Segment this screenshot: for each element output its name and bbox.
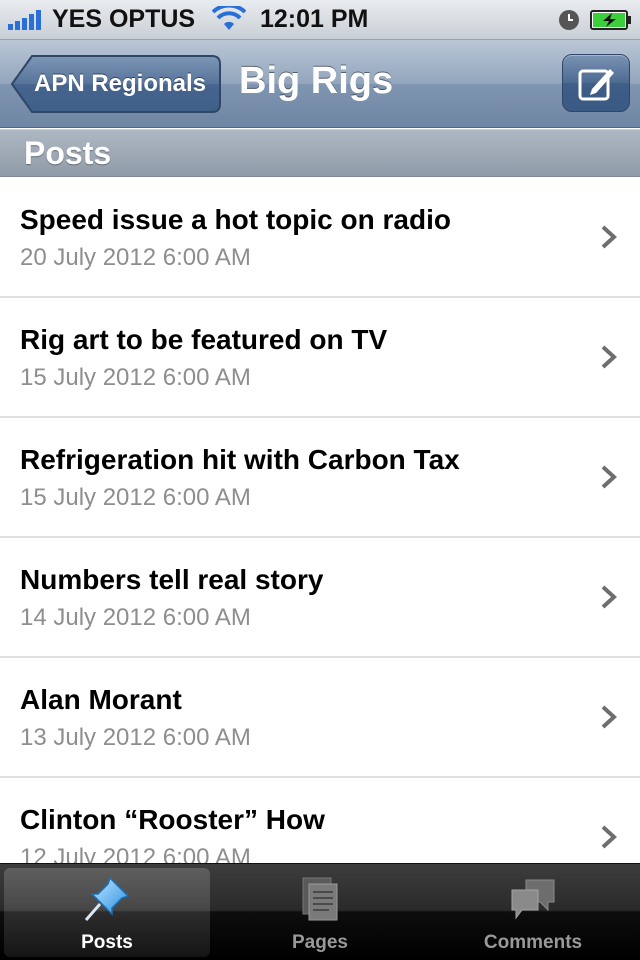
- list-item[interactable]: Speed issue a hot topic on radio 20 July…: [0, 178, 640, 298]
- pushpin-icon: [84, 876, 130, 921]
- tab-comments[interactable]: Comments: [430, 868, 636, 957]
- post-title: Refrigeration hit with Carbon Tax: [20, 444, 460, 475]
- compose-button[interactable]: [562, 54, 630, 112]
- alarm-clock-icon: [559, 10, 579, 30]
- tab-pages[interactable]: Pages: [217, 868, 423, 957]
- post-date: 12 July 2012 6:00 AM: [20, 844, 251, 863]
- chevron-right-icon: [601, 705, 617, 729]
- post-date: 15 July 2012 6:00 AM: [20, 484, 251, 511]
- list-item[interactable]: Refrigeration hit with Carbon Tax 15 Jul…: [0, 418, 640, 538]
- chevron-right-icon: [601, 345, 617, 369]
- battery-charging-icon: [590, 10, 631, 30]
- navigation-bar: APN Regionals Big Rigs: [0, 40, 640, 128]
- list-item[interactable]: Rig art to be featured on TV 15 July 201…: [0, 298, 640, 418]
- tab-bar: Posts Pages Comments: [0, 863, 640, 960]
- post-date: 20 July 2012 6:00 AM: [20, 244, 251, 271]
- post-list[interactable]: Speed issue a hot topic on radio 20 July…: [0, 178, 640, 863]
- back-button-label: APN Regionals: [34, 70, 207, 97]
- signal-strength-icon: [8, 10, 41, 30]
- post-title: Speed issue a hot topic on radio: [20, 204, 451, 235]
- chevron-right-icon: [601, 825, 617, 849]
- tab-label: Posts: [81, 932, 133, 953]
- chevron-right-icon: [601, 225, 617, 249]
- list-item[interactable]: Numbers tell real story 14 July 2012 6:0…: [0, 538, 640, 658]
- pages-icon: [302, 877, 338, 921]
- wifi-icon: [212, 6, 246, 30]
- post-date: 13 July 2012 6:00 AM: [20, 724, 251, 751]
- status-bar: YES OPTUS 12:01 PM: [0, 0, 640, 40]
- post-title: Rig art to be featured on TV: [20, 324, 388, 355]
- post-title: Alan Morant: [20, 684, 182, 715]
- compose-icon: [578, 69, 614, 101]
- status-time: 12:01 PM: [260, 5, 369, 33]
- tab-label: Pages: [292, 932, 348, 953]
- list-item[interactable]: Alan Morant 13 July 2012 6:00 AM: [0, 658, 640, 778]
- post-date: 14 July 2012 6:00 AM: [20, 604, 251, 631]
- section-header: Posts: [0, 129, 640, 177]
- carrier-name: YES OPTUS: [52, 5, 196, 33]
- tab-label: Comments: [483, 932, 583, 953]
- chevron-right-icon: [601, 465, 617, 489]
- post-title: Numbers tell real story: [20, 564, 324, 595]
- tab-posts[interactable]: Posts: [4, 868, 210, 957]
- chevron-right-icon: [601, 585, 617, 609]
- list-item[interactable]: Clinton “Rooster” How 12 July 2012 6:00 …: [0, 778, 640, 863]
- page-title: Big Rigs: [239, 60, 394, 102]
- post-title: Clinton “Rooster” How: [20, 804, 325, 835]
- back-button[interactable]: APN Regionals: [10, 54, 222, 114]
- comments-icon: [511, 879, 555, 920]
- post-date: 15 July 2012 6:00 AM: [20, 364, 251, 391]
